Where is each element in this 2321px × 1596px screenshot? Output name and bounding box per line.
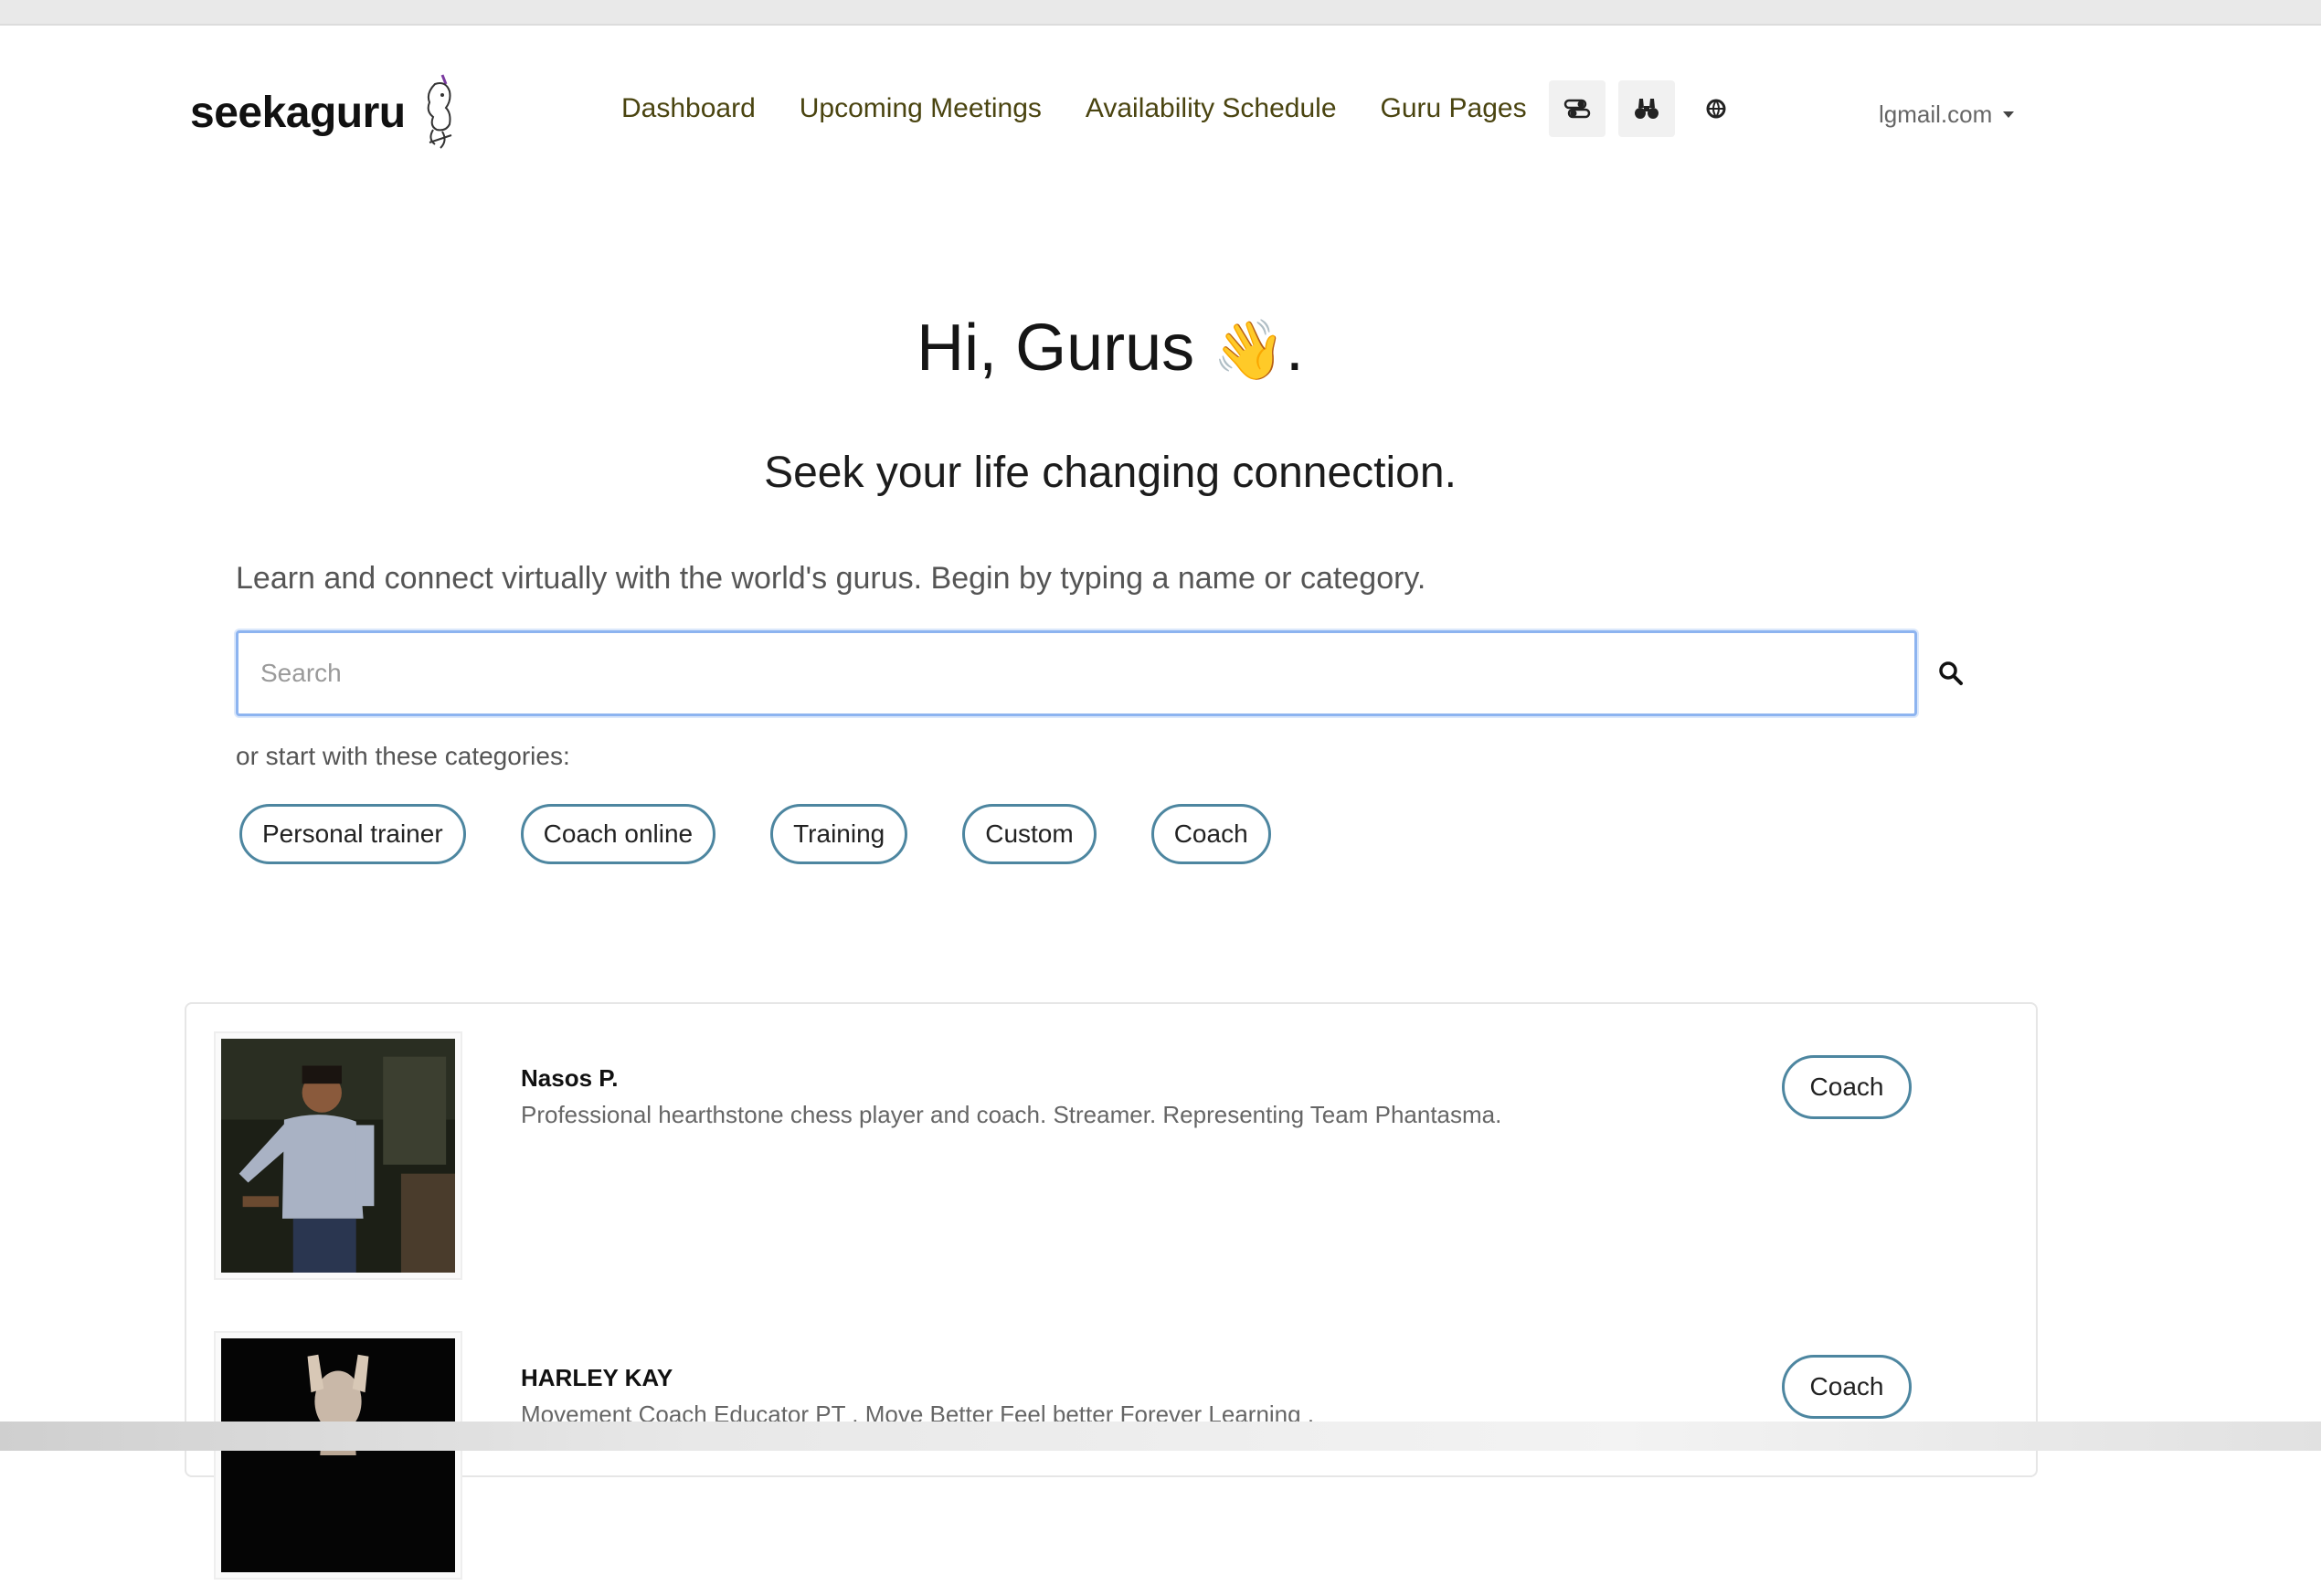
browser-top-strip bbox=[0, 0, 2321, 26]
guru-description: Professional hearthstone chess player an… bbox=[521, 1101, 1502, 1128]
category-chip-personal-trainer[interactable]: Personal trainer bbox=[239, 804, 466, 864]
guru-photo-image bbox=[221, 1039, 455, 1273]
top-navbar: seekaguru Dashboard Upcoming Meetings Av… bbox=[0, 26, 2321, 163]
guru-tag-button[interactable]: Coach bbox=[1782, 1055, 1912, 1119]
search-input[interactable] bbox=[238, 633, 1914, 713]
category-chips: Personal trainer Coach online Training C… bbox=[239, 804, 1326, 864]
unicorn-logo-icon bbox=[427, 74, 451, 149]
window-bottom-edge bbox=[0, 1422, 2321, 1451]
nav-dashboard[interactable]: Dashboard bbox=[621, 93, 756, 124]
binoculars-icon[interactable] bbox=[1617, 80, 1675, 137]
list-item[interactable]: Nasos P. Professional hearthstone chess … bbox=[214, 1031, 2005, 1296]
guru-results-list: Nasos P. Professional hearthstone chess … bbox=[185, 1002, 2038, 1580]
search-box bbox=[236, 630, 1917, 716]
primary-nav: Dashboard Upcoming Meetings Availability… bbox=[621, 80, 1757, 137]
guru-photo[interactable] bbox=[214, 1331, 462, 1580]
brand-logo[interactable]: seekaguru bbox=[190, 62, 464, 163]
account-dropdown[interactable]: lgmail.com bbox=[1879, 100, 2015, 129]
account-email: lgmail.com bbox=[1879, 100, 1993, 128]
nav-guru-pages[interactable]: Guru Pages bbox=[1381, 93, 1527, 124]
waving-hand-icon: 👋 bbox=[1213, 317, 1286, 383]
nav-availability-schedule[interactable]: Availability Schedule bbox=[1086, 93, 1337, 124]
greeting-period: . bbox=[1285, 312, 1304, 385]
guru-name[interactable]: Nasos P. bbox=[521, 1064, 618, 1093]
guru-tag-button[interactable]: Coach bbox=[1782, 1355, 1912, 1419]
guru-photo[interactable] bbox=[214, 1031, 462, 1280]
category-chip-custom[interactable]: Custom bbox=[962, 804, 1097, 864]
nav-upcoming-meetings[interactable]: Upcoming Meetings bbox=[800, 93, 1042, 124]
list-item[interactable]: HARLEY KAY Movement Coach Educator PT . … bbox=[214, 1331, 2005, 1596]
guru-name[interactable]: HARLEY KAY bbox=[521, 1364, 673, 1392]
category-chip-coach[interactable]: Coach bbox=[1150, 804, 1271, 864]
intro-text: Learn and connect virtually with the wor… bbox=[236, 561, 1426, 596]
search-icon[interactable] bbox=[1928, 650, 1974, 696]
category-chip-training[interactable]: Training bbox=[770, 804, 908, 864]
toggle-settings-icon[interactable] bbox=[1548, 80, 1606, 137]
globe-icon[interactable] bbox=[1688, 80, 1744, 137]
chevron-down-icon bbox=[2003, 111, 2015, 118]
brand-name: seekaguru bbox=[190, 88, 406, 137]
guru-photo-image bbox=[221, 1338, 455, 1572]
greeting-text: Hi, Gurus bbox=[917, 312, 1195, 385]
hero-greeting: Hi, Gurus 👋. bbox=[0, 311, 2220, 386]
hero-subtitle: Seek your life changing connection. bbox=[764, 449, 1457, 497]
category-chip-coach-online[interactable]: Coach online bbox=[520, 804, 716, 864]
categories-label: or start with these categories: bbox=[236, 742, 570, 770]
